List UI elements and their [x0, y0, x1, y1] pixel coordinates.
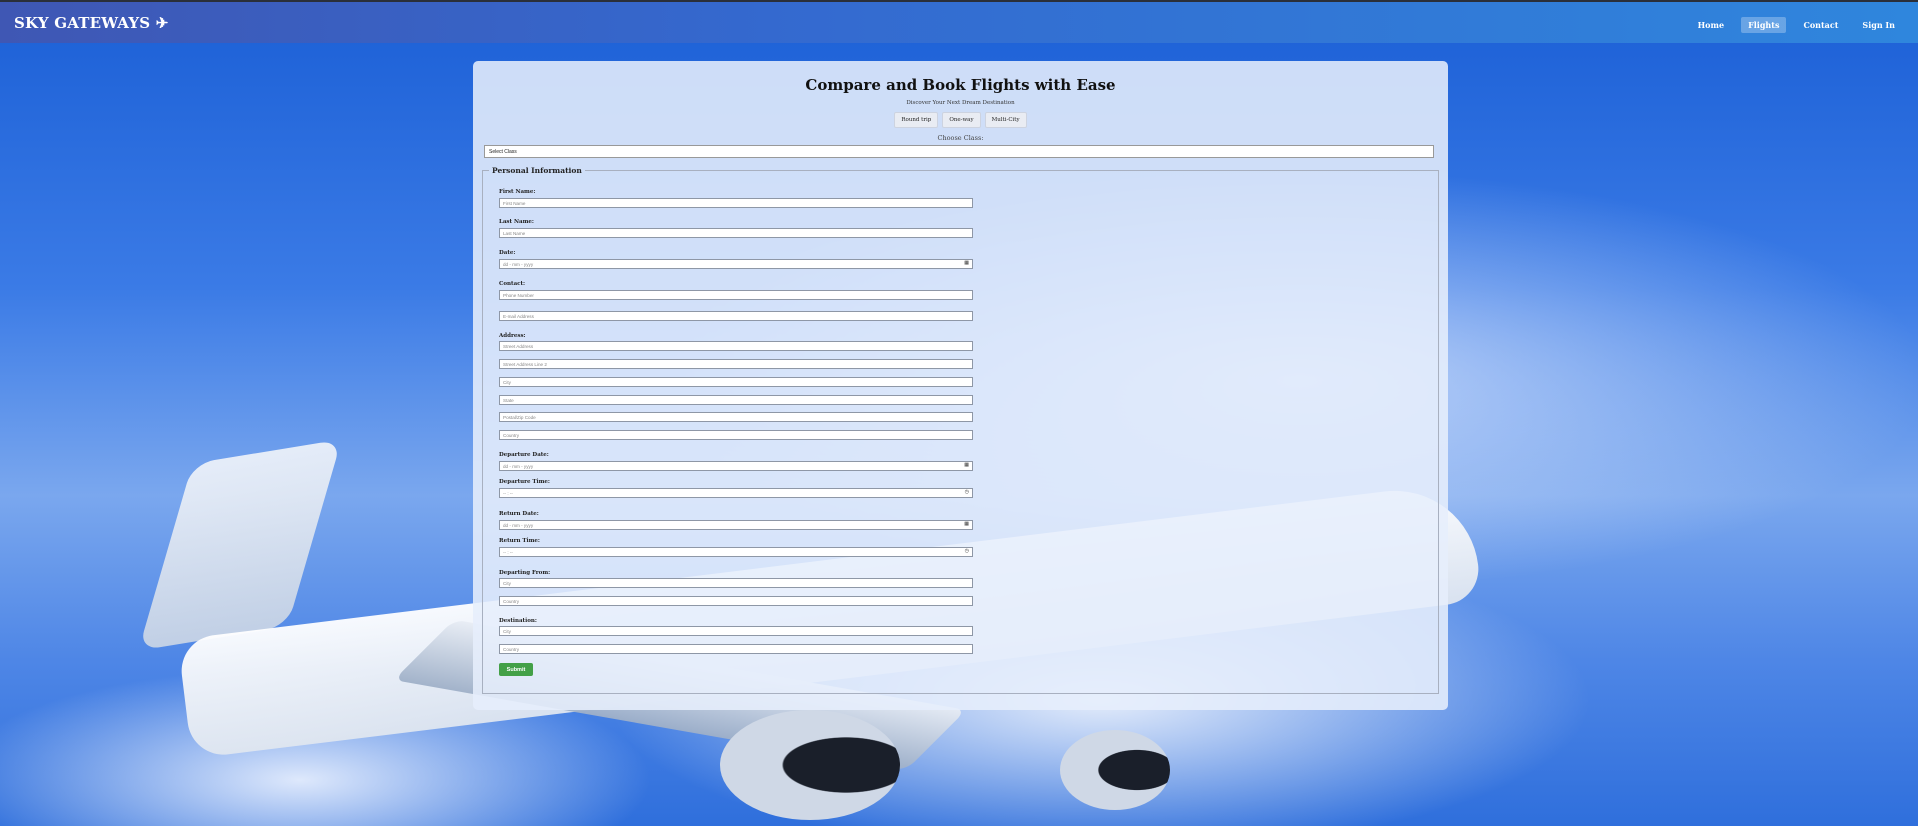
- class-select[interactable]: Select Class: [484, 145, 1434, 158]
- departing-city-input[interactable]: City: [499, 578, 973, 588]
- background-plane-engine-rear: [1060, 730, 1170, 810]
- one-way-button[interactable]: One-way: [942, 112, 981, 128]
- date-placeholder: dd - mm - yyyy: [503, 262, 534, 267]
- brand-logo[interactable]: SKY GATEWAYS ✈: [14, 14, 169, 32]
- state-input[interactable]: State: [499, 395, 973, 405]
- calendar-icon[interactable]: ▦: [964, 463, 969, 468]
- nav-flights[interactable]: Flights: [1741, 17, 1787, 33]
- departure-time-label: Departure Time:: [499, 479, 550, 485]
- contact-label: Contact:: [499, 281, 526, 287]
- background-plane-tail: [138, 439, 342, 651]
- city-input[interactable]: City: [499, 377, 973, 387]
- nav-home[interactable]: Home: [1691, 17, 1731, 33]
- phone-input[interactable]: Phone Number: [499, 290, 973, 300]
- return-date-placeholder: dd - mm - yyyy: [503, 523, 534, 528]
- top-navbar: SKY GATEWAYS ✈ Home Flights Contact Sign…: [0, 0, 1918, 43]
- destination-city-input[interactable]: City: [499, 626, 973, 636]
- departure-date-placeholder: dd - mm - yyyy: [503, 464, 534, 469]
- postal-code-input[interactable]: Postal/Zip Code: [499, 412, 973, 422]
- return-time-label: Return Time:: [499, 538, 540, 544]
- choose-class-label: Choose Class:: [937, 134, 984, 142]
- street-address-input[interactable]: Street Address: [499, 341, 973, 351]
- departure-date-input[interactable]: dd - mm - yyyy ▦: [499, 461, 973, 471]
- clock-icon[interactable]: ◷: [965, 549, 969, 554]
- destination-country-input[interactable]: Country: [499, 644, 973, 654]
- departure-date-label: Departure Date:: [499, 452, 549, 458]
- nav-contact[interactable]: Contact: [1796, 17, 1845, 33]
- departing-country-input[interactable]: Country: [499, 596, 973, 606]
- last-name-input[interactable]: Last Name: [499, 228, 973, 238]
- clock-icon[interactable]: ◷: [965, 490, 969, 495]
- first-name-label: First Name:: [499, 189, 536, 195]
- departing-from-label: Departing From:: [499, 570, 551, 576]
- departure-time-input[interactable]: -- : -- ◷: [499, 488, 973, 498]
- calendar-icon[interactable]: ▦: [964, 261, 969, 266]
- street-address-line2-input[interactable]: Street Address Line 2: [499, 359, 973, 369]
- submit-button[interactable]: Submit: [499, 663, 533, 676]
- booking-card: Compare and Book Flights with Ease Disco…: [473, 61, 1448, 710]
- brand-name: SKY GATEWAYS: [14, 14, 151, 32]
- return-date-input[interactable]: dd - mm - yyyy ▦: [499, 520, 973, 530]
- return-date-label: Return Date:: [499, 511, 539, 517]
- page-subtitle: Discover Your Next Dream Destination: [906, 100, 1015, 106]
- round-trip-button[interactable]: Round trip: [894, 112, 939, 128]
- first-name-input[interactable]: First Name: [499, 198, 973, 208]
- destination-label: Destination:: [499, 618, 537, 624]
- nav-sign-in[interactable]: Sign In: [1855, 17, 1902, 33]
- page-title: Compare and Book Flights with Ease: [805, 76, 1116, 94]
- date-input[interactable]: dd - mm - yyyy ▦: [499, 259, 973, 269]
- multi-city-button[interactable]: Multi-City: [984, 112, 1027, 128]
- main-nav: Home Flights Contact Sign In: [1691, 17, 1902, 33]
- trip-type-group: Round trip One-way Multi-City: [473, 112, 1448, 128]
- return-time-input[interactable]: -- : -- ◷: [499, 547, 973, 557]
- calendar-icon[interactable]: ▦: [964, 522, 969, 527]
- departure-time-placeholder: -- : --: [503, 491, 513, 496]
- personal-information-legend: Personal Information: [492, 166, 582, 175]
- date-label: Date:: [499, 250, 516, 256]
- background-plane-engine: [720, 710, 900, 820]
- personal-information-fieldset: Personal Information First Name: First N…: [482, 166, 1439, 694]
- return-time-placeholder: -- : --: [503, 550, 513, 555]
- address-label: Address:: [499, 333, 526, 339]
- country-input[interactable]: Country: [499, 430, 973, 440]
- last-name-label: Last Name:: [499, 219, 534, 225]
- email-input[interactable]: E-mail Address: [499, 311, 973, 321]
- airplane-icon: ✈: [155, 14, 169, 32]
